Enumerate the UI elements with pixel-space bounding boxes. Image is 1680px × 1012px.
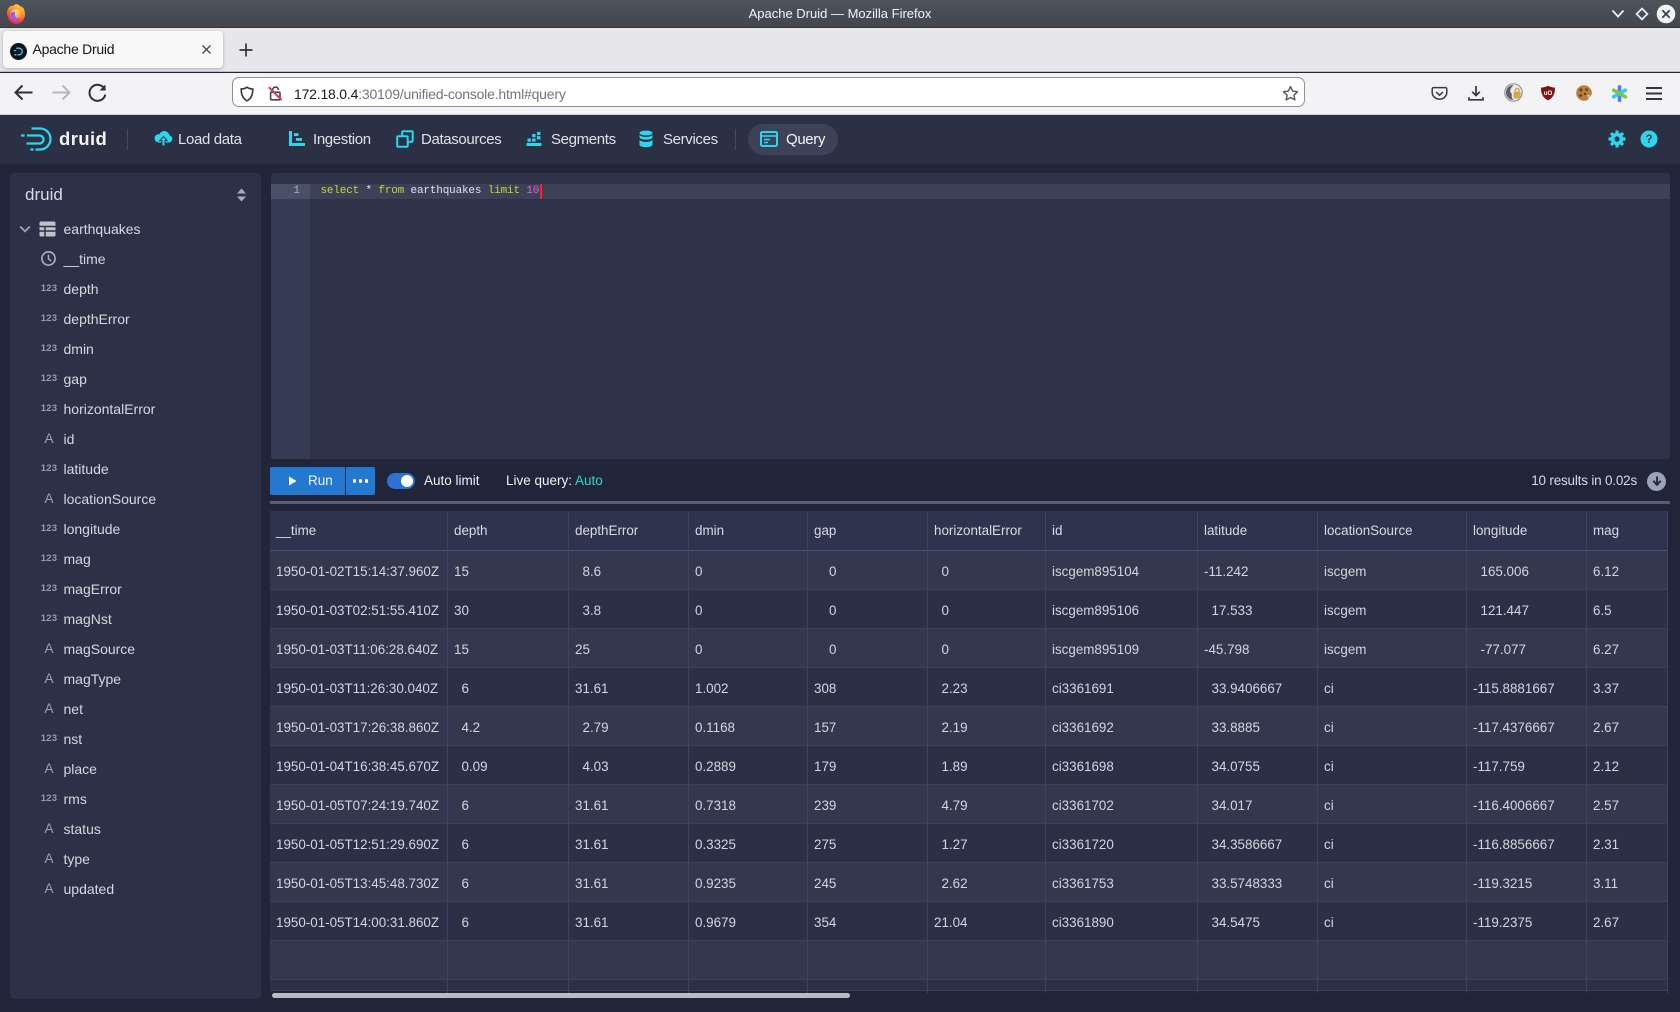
svg-text:uO: uO <box>1544 90 1553 97</box>
svg-text:?: ? <box>1645 134 1652 146</box>
